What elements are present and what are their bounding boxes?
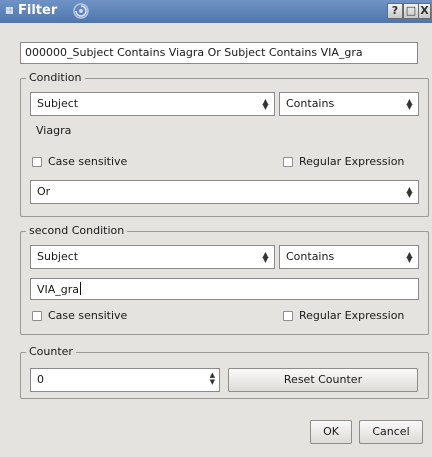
help-button[interactable]: ?: [387, 3, 403, 19]
checkbox-label: Case sensitive: [48, 155, 128, 168]
maximize-button[interactable]: □: [403, 3, 419, 19]
second-field-select[interactable]: Subject ▲ ▼: [30, 245, 275, 269]
condition-regex-checkbox[interactable]: Regular Expression: [283, 155, 423, 171]
checkbox-label: Case sensitive: [48, 309, 128, 322]
condition-field-select[interactable]: Subject ▲ ▼: [30, 92, 275, 116]
second-value-text: VIA_gra: [37, 283, 80, 296]
counter-value: 0: [37, 373, 44, 386]
reset-counter-button[interactable]: Reset Counter: [228, 368, 418, 392]
condition-field-value: Subject: [37, 97, 79, 110]
cancel-button[interactable]: Cancel: [359, 420, 423, 444]
second-operator-value: Contains: [286, 250, 335, 263]
condition-value-text: Viagra: [36, 124, 72, 137]
second-case-sensitive-checkbox[interactable]: Case sensitive: [32, 309, 152, 325]
close-button[interactable]: X: [418, 3, 431, 19]
second-condition-legend: second Condition: [26, 224, 128, 237]
second-condition-group: second Condition Subject ▲ ▼ Contains ▲ ▼ …: [20, 224, 429, 335]
logic-operator-value: Or: [37, 185, 51, 198]
condition-operator-value: Contains: [286, 97, 335, 110]
condition-case-sensitive-checkbox[interactable]: Case sensitive: [32, 155, 152, 171]
condition-operator-select[interactable]: Contains ▲ ▼: [279, 92, 419, 116]
counter-legend: Counter: [26, 345, 76, 358]
app-icon: ▦: [5, 6, 14, 16]
logic-operator-select[interactable]: Or ▲ ▼: [30, 180, 419, 204]
checkbox-box: [32, 157, 42, 167]
condition-group: Condition Subject ▲ ▼ Contains ▲ ▼ Viagra …: [20, 71, 429, 217]
checkbox-label: Regular Expression: [299, 155, 405, 168]
text-caret: [80, 282, 82, 295]
counter-group: Counter 0 ▲ ▼ Reset Counter: [20, 345, 429, 399]
chevron-down-icon: ▲ ▼: [262, 97, 269, 111]
condition-legend: Condition: [26, 71, 85, 84]
spin-arrows-icon[interactable]: ▲ ▼: [210, 372, 215, 386]
second-operator-select[interactable]: Contains ▲ ▼: [279, 245, 419, 269]
chevron-down-icon: ▲ ▼: [406, 250, 413, 264]
filter-name-input[interactable]: 000000_Subject Contains Viagra Or Subjec…: [20, 42, 418, 64]
second-field-value: Subject: [37, 250, 79, 263]
chevron-down-icon: ▲ ▼: [406, 185, 413, 199]
second-value-input[interactable]: VIA_gra: [30, 278, 419, 300]
checkbox-box: [32, 311, 42, 321]
chevron-down-icon: ▲ ▼: [262, 250, 269, 264]
filter-dialog: ▦ Filter ? □ X 000000_Subject Contains V…: [0, 0, 432, 457]
checkbox-box: [283, 157, 293, 167]
ok-button[interactable]: OK: [310, 420, 352, 444]
condition-value-input[interactable]: Viagra: [30, 121, 419, 143]
chevron-down-icon: ▲ ▼: [406, 97, 413, 111]
window-title: Filter: [18, 3, 58, 18]
swirl-icon: [73, 3, 89, 19]
second-regex-checkbox[interactable]: Regular Expression: [283, 309, 423, 325]
title-bar[interactable]: ▦ Filter ? □ X: [0, 0, 432, 23]
checkbox-box: [283, 311, 293, 321]
counter-spinbox[interactable]: 0 ▲ ▼: [30, 368, 220, 392]
checkbox-label: Regular Expression: [299, 309, 405, 322]
